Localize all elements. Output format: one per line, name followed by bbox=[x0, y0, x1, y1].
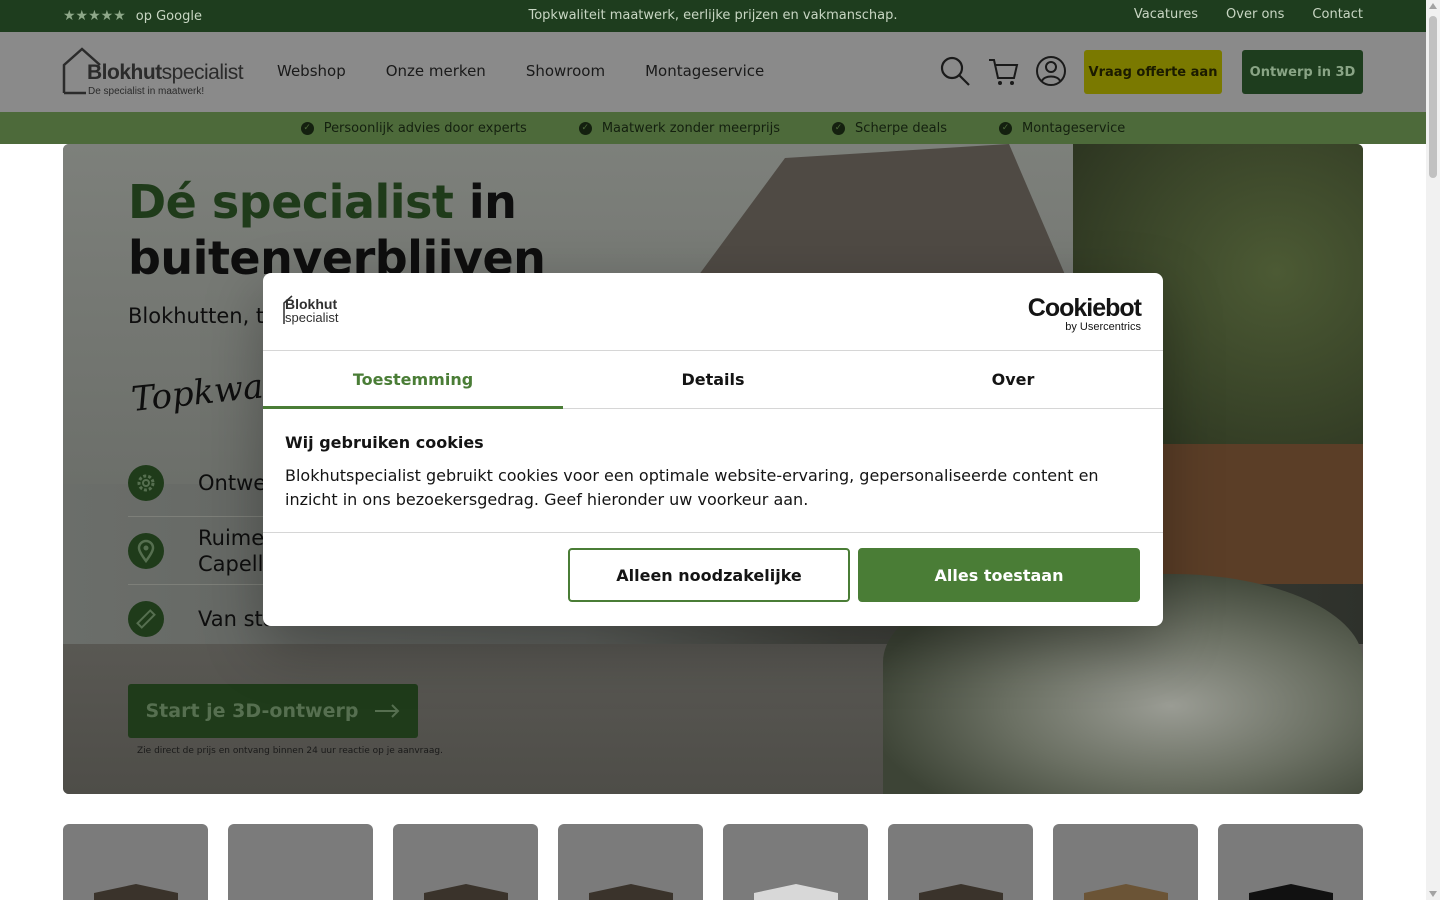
dialog-logo-line1: Blokhut bbox=[285, 296, 338, 312]
tab-toestemming[interactable]: Toestemming bbox=[263, 351, 563, 409]
tab-details[interactable]: Details bbox=[563, 351, 863, 408]
page-scrollbar[interactable] bbox=[1426, 0, 1440, 900]
cookie-tabs: Toestemming Details Over bbox=[263, 351, 1163, 409]
cookiebot-brand: Cookiebot bbox=[1027, 294, 1142, 322]
cookie-dialog-header: Blokhut specialist Cookiebot by Usercent… bbox=[263, 273, 1163, 351]
dialog-site-logo: Blokhut specialist bbox=[283, 295, 339, 325]
tab-over[interactable]: Over bbox=[863, 351, 1163, 408]
allow-necessary-button[interactable]: Alleen noodzakelijke bbox=[568, 548, 850, 602]
scroll-down-arrow-icon[interactable] bbox=[1429, 891, 1437, 897]
cookie-dialog-footer: Alleen noodzakelijke Alles toestaan bbox=[263, 533, 1163, 626]
scrollbar-thumb[interactable] bbox=[1429, 16, 1437, 178]
house-logo-icon bbox=[283, 295, 293, 324]
dialog-logo-line2: specialist bbox=[285, 310, 339, 325]
cookiebot-logo[interactable]: Cookiebot by Usercentrics bbox=[1027, 294, 1142, 333]
cookiebot-by: by Usercentrics bbox=[1065, 321, 1141, 333]
cookie-consent-dialog: Blokhut specialist Cookiebot by Usercent… bbox=[263, 273, 1163, 626]
cookie-description: Blokhutspecialist gebruikt cookies voor … bbox=[285, 466, 1099, 509]
cookie-dialog-body: Wij gebruiken cookies Blokhutspecialist … bbox=[263, 409, 1163, 533]
cookie-heading: Wij gebruiken cookies bbox=[285, 433, 484, 452]
allow-all-button[interactable]: Alles toestaan bbox=[858, 548, 1140, 602]
scroll-up-arrow-icon[interactable] bbox=[1429, 3, 1437, 9]
